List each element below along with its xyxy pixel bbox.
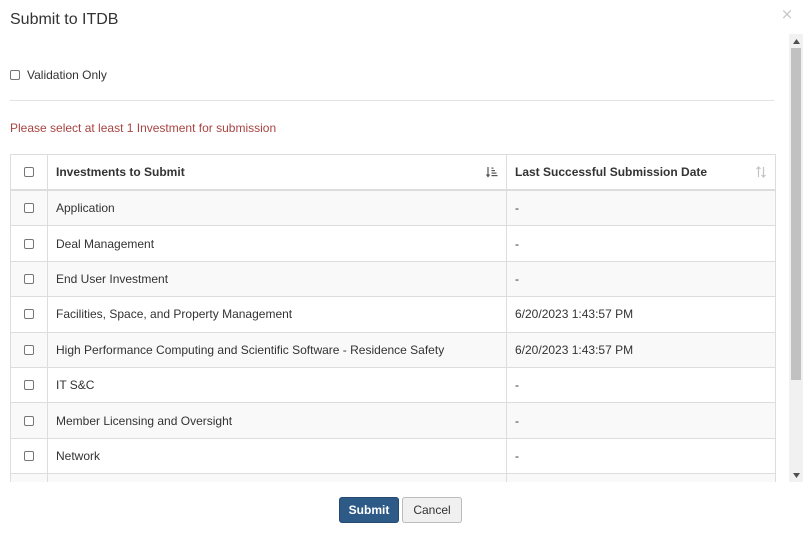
row-select-checkbox[interactable] xyxy=(24,273,34,284)
table-row[interactable]: High Performance Computing and Scientifi… xyxy=(11,332,775,368)
column-header-last-submission-label: Last Successful Submission Date xyxy=(515,165,708,179)
table-row[interactable] xyxy=(11,474,775,482)
investment-name-cell: End User Investment xyxy=(48,261,507,297)
last-submission-date-cell: 6/20/2023 1:43:57 PM xyxy=(515,342,634,357)
row-select-cell xyxy=(11,226,48,261)
table-row[interactable]: Network - xyxy=(11,438,775,475)
row-select-checkbox[interactable] xyxy=(24,380,34,391)
validation-only-checkbox[interactable] xyxy=(10,70,20,80)
row-select-checkbox[interactable] xyxy=(24,415,34,426)
validation-only-label[interactable]: Validation Only xyxy=(27,68,107,82)
modal-body: Validation Only Please select at least 1… xyxy=(0,34,803,482)
vertical-scrollbar[interactable] xyxy=(789,34,803,482)
modal-title: Submit to ITDB xyxy=(10,11,119,28)
investment-name-cell: Member Licensing and Oversight xyxy=(48,403,507,438)
row-select-cell xyxy=(11,332,48,367)
close-icon[interactable]: × xyxy=(780,6,794,22)
last-submission-date-cell: - xyxy=(515,413,519,428)
investments-table: Investments to Submit Last Successful Su… xyxy=(10,154,776,482)
column-header-last-submission[interactable]: Last Successful Submission Date xyxy=(507,155,775,189)
last-submission-date-cell: - xyxy=(515,378,519,393)
investment-name-cell: Deal Management xyxy=(48,226,507,261)
last-submission-date-cell: 6/20/2023 1:43:57 PM xyxy=(515,307,634,322)
row-select-cell xyxy=(11,403,48,438)
row-select-checkbox[interactable] xyxy=(24,203,34,214)
cancel-button[interactable]: Cancel xyxy=(402,497,462,523)
row-select-cell xyxy=(11,261,48,297)
column-header-investments-label: Investments to Submit xyxy=(56,165,185,179)
row-select-cell xyxy=(11,191,48,226)
last-submission-date-cell: - xyxy=(515,271,519,286)
table-row[interactable]: IT S&C - xyxy=(11,367,775,404)
table-body: Application - Deal Management - End User Inv… xyxy=(11,191,775,482)
scrollbar-thumb[interactable] xyxy=(791,48,801,380)
table-row[interactable]: Deal Management - xyxy=(11,226,775,262)
sort-unsorted-icon[interactable] xyxy=(755,166,767,178)
row-select-checkbox[interactable] xyxy=(24,238,34,249)
select-all-checkbox[interactable] xyxy=(24,167,34,177)
scroll-up-arrow-icon[interactable] xyxy=(789,34,803,48)
investment-name-cell: Network xyxy=(48,438,507,474)
last-submission-date-cell: - xyxy=(515,201,519,216)
table-header: Investments to Submit Last Successful Su… xyxy=(11,155,775,191)
modal-footer: Submit Cancel xyxy=(0,482,803,535)
table-row[interactable]: End User Investment - xyxy=(11,261,775,298)
row-select-cell xyxy=(11,438,48,474)
column-header-investments[interactable]: Investments to Submit xyxy=(48,155,507,189)
scroll-down-arrow-icon[interactable] xyxy=(789,468,803,482)
submit-button[interactable]: Submit xyxy=(339,497,399,523)
row-select-checkbox[interactable] xyxy=(24,309,34,320)
investment-name-cell: High Performance Computing and Scientifi… xyxy=(48,332,507,367)
row-select-cell xyxy=(11,367,48,403)
validation-only-row[interactable]: Validation Only xyxy=(10,68,107,82)
table-row[interactable]: Facilities, Space, and Property Manageme… xyxy=(11,297,775,333)
row-select-cell xyxy=(11,297,48,332)
last-submission-date-cell: - xyxy=(515,236,519,251)
error-message: Please select at least 1 Investment for … xyxy=(10,121,277,135)
investment-name-cell xyxy=(48,474,507,482)
row-select-checkbox[interactable] xyxy=(24,450,34,461)
investment-name-cell: Application xyxy=(48,191,507,226)
investment-name-cell: Facilities, Space, and Property Manageme… xyxy=(48,297,507,332)
last-submission-date-cell: - xyxy=(515,448,519,463)
divider xyxy=(10,100,774,101)
last-submission-date-cell xyxy=(507,474,775,482)
select-all-cell xyxy=(11,155,48,189)
table-row[interactable]: Member Licensing and Oversight - xyxy=(11,403,775,439)
row-select-cell xyxy=(11,474,48,482)
sort-descending-icon[interactable] xyxy=(486,166,498,178)
investment-name-cell: IT S&C xyxy=(48,367,507,403)
table-row[interactable]: Application - xyxy=(11,191,775,227)
row-select-checkbox[interactable] xyxy=(24,344,34,355)
